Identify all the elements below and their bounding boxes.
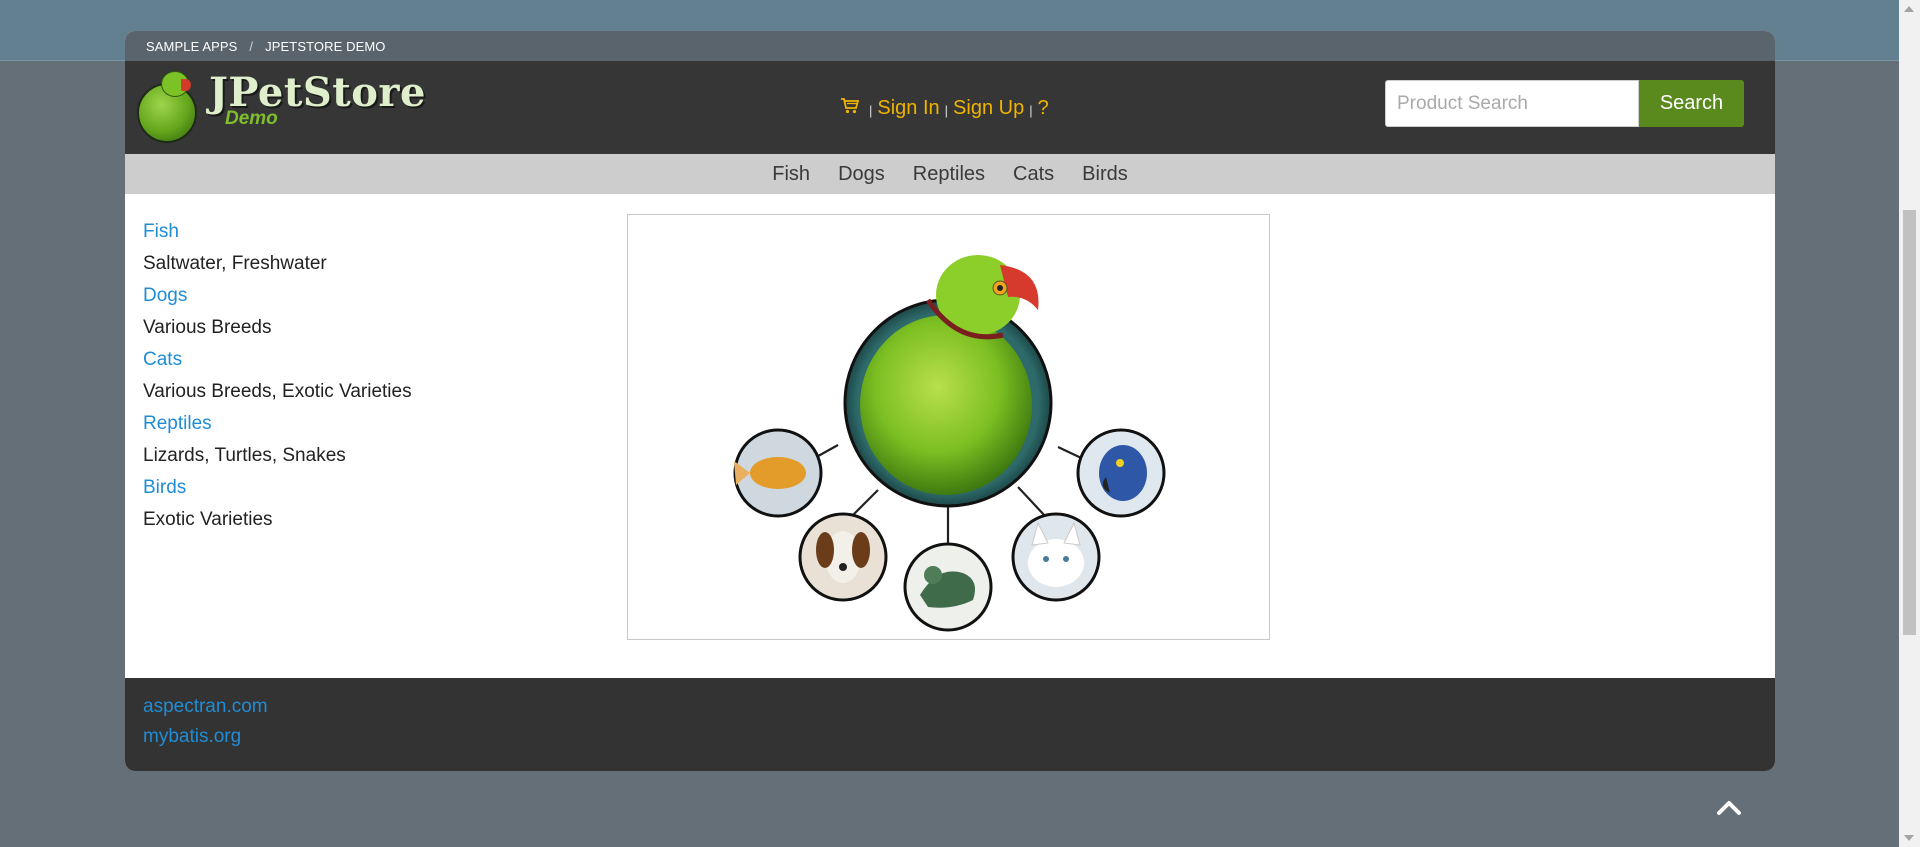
page-scrollbar[interactable] [1899, 0, 1920, 847]
nav-dogs[interactable]: Dogs [824, 163, 899, 186]
sidebar-link-cats[interactable]: Cats [143, 349, 182, 370]
category-image-map [627, 214, 1270, 640]
menu-separator: | [944, 102, 949, 118]
cart-link[interactable] [840, 96, 864, 120]
breadcrumb-sample-apps[interactable]: SAMPLE APPS [146, 39, 237, 54]
site-footer: aspectran.com mybatis.org [125, 678, 1775, 771]
scroll-up-icon[interactable] [1904, 6, 1914, 12]
product-search-input[interactable] [1385, 80, 1639, 127]
sidebar-desc-reptiles: Lizards, Turtles, Snakes [143, 445, 346, 466]
sidebar-link-reptiles[interactable]: Reptiles [143, 413, 212, 434]
pet-map-illustration [733, 255, 1166, 632]
fish-circle[interactable] [733, 428, 823, 518]
parrot-logo-icon [135, 71, 197, 143]
footer-link-aspectran[interactable]: aspectran.com [143, 692, 268, 722]
sidebar-link-birds[interactable]: Birds [143, 477, 186, 498]
blue-bird-circle[interactable] [1076, 428, 1166, 518]
nav-birds[interactable]: Birds [1068, 163, 1142, 186]
menu-separator: | [869, 102, 873, 118]
sidebar-desc-birds: Exotic Varieties [143, 509, 273, 530]
sign-in-link[interactable]: Sign In [877, 97, 939, 120]
main-content: Fish Saltwater, Freshwater Dogs Various … [125, 194, 1775, 679]
help-link[interactable]: ? [1038, 97, 1049, 120]
reptile-circle[interactable] [903, 542, 993, 632]
category-sidebar: Fish Saltwater, Freshwater Dogs Various … [143, 216, 412, 536]
sidebar-link-dogs[interactable]: Dogs [143, 285, 187, 306]
back-to-top-button[interactable] [1714, 798, 1744, 818]
site-header: JPetStore Demo | Sign In | Sign Up | ? P… [125, 61, 1775, 154]
breadcrumb: SAMPLE APPS / JPETSTORE DEMO [125, 31, 1775, 61]
cat-circle[interactable] [1011, 512, 1101, 602]
chevron-up-icon [1717, 801, 1741, 815]
sidebar-desc-fish: Saltwater, Freshwater [143, 253, 327, 274]
cart-icon [841, 98, 860, 114]
scrollbar-thumb[interactable] [1903, 210, 1916, 635]
bird-hub[interactable] [843, 255, 1053, 508]
sidebar-desc-cats: Various Breeds, Exotic Varieties [143, 381, 412, 402]
menu-separator: | [1029, 102, 1033, 118]
search-button[interactable]: Search [1639, 80, 1744, 127]
nav-cats[interactable]: Cats [999, 163, 1068, 186]
logo[interactable]: JPetStore Demo [135, 71, 426, 143]
scroll-down-icon[interactable] [1904, 835, 1914, 841]
footer-link-mybatis[interactable]: mybatis.org [143, 722, 268, 752]
nav-fish[interactable]: Fish [758, 163, 824, 186]
nav-reptiles[interactable]: Reptiles [899, 163, 999, 186]
category-nav: Fish Dogs Reptiles Cats Birds [125, 154, 1775, 194]
sidebar-desc-dogs: Various Breeds [143, 317, 272, 338]
user-menu: | Sign In | Sign Up | ? [840, 96, 1049, 120]
breadcrumb-jpetstore-demo[interactable]: JPETSTORE DEMO [265, 39, 385, 54]
breadcrumb-separator: / [249, 38, 254, 54]
sidebar-link-fish[interactable]: Fish [143, 221, 179, 242]
sign-up-link[interactable]: Sign Up [953, 97, 1024, 120]
app-frame: SAMPLE APPS / JPETSTORE DEMO JPetStore D… [125, 31, 1775, 771]
dog-circle[interactable] [798, 512, 888, 602]
search-form: Search [1385, 80, 1744, 127]
